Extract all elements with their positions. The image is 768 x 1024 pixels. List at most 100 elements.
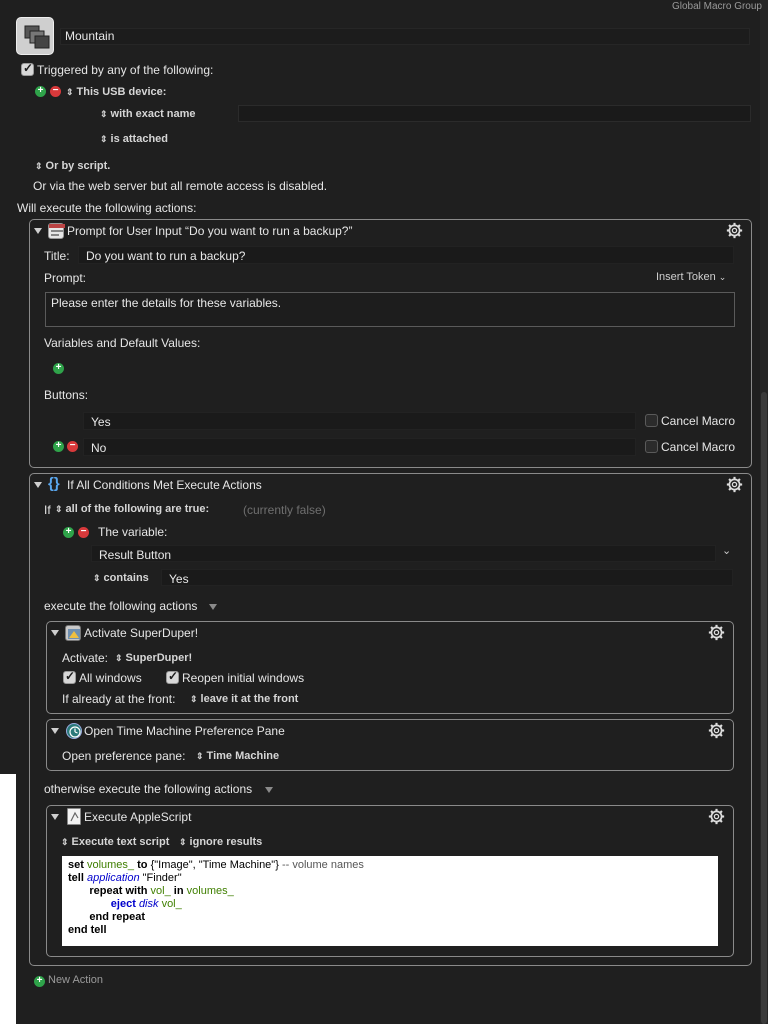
attach-state-popup[interactable]: ⇕ is attached	[100, 133, 168, 145]
activate-app-popup[interactable]: ⇕ SuperDuper!	[115, 652, 192, 664]
updown-chevron-icon: ⇕	[190, 694, 198, 705]
macro-name-field[interactable]: Mountain	[60, 28, 750, 45]
applescript-action-title: Execute AppleScript	[84, 810, 192, 824]
braces-icon: {}	[48, 475, 60, 492]
disclosure-triangle-icon[interactable]	[265, 787, 273, 793]
operator-popup[interactable]: ⇕ contains	[93, 572, 149, 584]
button-field-no[interactable]: No	[83, 438, 636, 456]
chevron-down-icon[interactable]: ⌄	[722, 544, 731, 557]
prompt-action-title: Prompt for User Input “Do you want to ru…	[67, 224, 353, 238]
cancel-macro-checkbox[interactable]	[645, 414, 658, 427]
if-label: If	[44, 503, 51, 517]
name-match-popup[interactable]: ⇕ with exact name	[100, 108, 196, 120]
code-token: end tell	[68, 924, 107, 936]
activate-label: Activate:	[62, 651, 109, 665]
disclosure-triangle-icon[interactable]	[51, 728, 59, 734]
code-line: repeat with vol_ in volumes_	[68, 885, 712, 898]
triggered-checkbox[interactable]	[21, 61, 34, 76]
gear-icon[interactable]	[726, 222, 743, 239]
updown-chevron-icon: ⇕	[179, 837, 187, 848]
time-machine-icon	[66, 723, 82, 739]
scrollbar-thumb[interactable]	[761, 392, 767, 1024]
buttons-label: Buttons:	[44, 388, 89, 402]
script-results-popup[interactable]: ⇕ ignore results	[179, 836, 262, 848]
prompt-text-field[interactable]: Please enter the details for these varia…	[45, 292, 735, 327]
attach-state-label: is attached	[110, 133, 169, 145]
add-button-button[interactable]: +	[53, 441, 64, 452]
updown-chevron-icon: ⇕	[100, 134, 108, 145]
macro-icon[interactable]	[16, 17, 54, 55]
add-condition-button[interactable]: +	[63, 527, 74, 538]
condition-status: (currently false)	[243, 503, 326, 517]
activate-app-label: SuperDuper!	[125, 652, 193, 664]
operand-field[interactable]: Yes	[161, 569, 733, 586]
code-token: tell	[68, 872, 84, 884]
updown-chevron-icon: ⇕	[93, 573, 101, 584]
updown-chevron-icon: ⇕	[66, 87, 74, 98]
gear-icon[interactable]	[708, 624, 725, 641]
cancel-macro-label: Cancel Macro	[661, 414, 736, 428]
code-token: vol_	[161, 898, 182, 910]
reopen-windows-checkbox[interactable]	[166, 669, 179, 684]
chevron-down-icon: ⌄	[718, 272, 727, 282]
updown-chevron-icon: ⇕	[35, 161, 43, 172]
pref-pane-popup[interactable]: ⇕ Time Machine	[196, 750, 279, 762]
trigger-type-popup[interactable]: ⇕ This USB device:	[66, 86, 166, 98]
disclosure-triangle-icon[interactable]	[51, 630, 59, 636]
updown-chevron-icon: ⇕	[61, 837, 69, 848]
disclosure-triangle-icon[interactable]	[34, 482, 42, 488]
script-trigger-label: Or by script.	[45, 160, 111, 172]
prompt-title-field[interactable]: Do you want to run a backup?	[78, 246, 734, 264]
cancel-macro-label: Cancel Macro	[661, 440, 736, 454]
remove-trigger-button[interactable]: −	[50, 86, 61, 97]
script-mode-popup[interactable]: ⇕ Execute text script	[61, 836, 169, 848]
if-action-title: If All Conditions Met Execute Actions	[67, 478, 262, 492]
web-server-note: Or via the web server but all remote acc…	[33, 179, 328, 193]
code-token: disk	[138, 898, 159, 910]
code-token: volumes_	[186, 885, 234, 897]
condition-mode-label: all of the following are true:	[65, 503, 210, 515]
front-option-popup[interactable]: ⇕ leave it at the front	[190, 693, 298, 705]
disclosure-triangle-icon[interactable]	[209, 604, 217, 610]
code-line: end tell	[68, 924, 712, 937]
front-option-label: leave it at the front	[200, 693, 299, 705]
all-windows-checkbox[interactable]	[63, 669, 76, 684]
code-token: "Finder"	[142, 872, 182, 884]
disclosure-triangle-icon[interactable]	[51, 814, 59, 820]
gear-icon[interactable]	[708, 722, 725, 739]
remove-button-button[interactable]: −	[67, 441, 78, 452]
activate-action-title: Activate SuperDuper!	[84, 626, 199, 640]
pref-pane-value: Time Machine	[206, 750, 280, 762]
add-trigger-button[interactable]: +	[35, 86, 46, 97]
remove-condition-button[interactable]: −	[78, 527, 89, 538]
trigger-type-label: This USB device:	[76, 86, 167, 98]
button-field-yes[interactable]: Yes	[83, 412, 636, 430]
condition-mode-popup[interactable]: ⇕ all of the following are true:	[55, 503, 209, 515]
gear-icon[interactable]	[726, 476, 743, 493]
cancel-macro-checkbox[interactable]	[645, 440, 658, 453]
code-token: volumes_	[86, 859, 135, 871]
insert-token-button[interactable]: Insert Token ⌄	[656, 271, 726, 283]
timemachine-action-title: Open Time Machine Preference Pane	[84, 724, 285, 738]
code-line: end repeat	[68, 911, 712, 924]
prompt-title-label: Title:	[44, 249, 70, 263]
updown-chevron-icon: ⇕	[55, 504, 63, 515]
applescript-editor[interactable]: set volumes_ to {"Image", "Time Machine"…	[62, 856, 718, 946]
variable-name-field[interactable]: Result Button	[91, 545, 716, 562]
code-token: {"Image", "Time Machine"}	[150, 859, 279, 871]
script-results-label: ignore results	[189, 836, 263, 848]
usb-device-name-field[interactable]	[238, 105, 751, 122]
code-line: tell application "Finder"	[68, 872, 712, 885]
disclosure-triangle-icon[interactable]	[34, 228, 42, 234]
new-action-icon[interactable]: +	[34, 976, 45, 987]
add-variable-button[interactable]: +	[53, 363, 64, 374]
new-action-button[interactable]: New Action	[48, 974, 103, 986]
gear-icon[interactable]	[708, 808, 725, 825]
operator-label: contains	[103, 572, 149, 584]
front-label: If already at the front:	[62, 692, 176, 706]
code-token: vol_	[150, 885, 171, 897]
reopen-windows-label: Reopen initial windows	[182, 671, 305, 685]
add-script-trigger-popup[interactable]: ⇕ Or by script.	[35, 160, 110, 172]
code-token: repeat with	[89, 885, 148, 897]
macro-windows-icon	[24, 25, 50, 49]
